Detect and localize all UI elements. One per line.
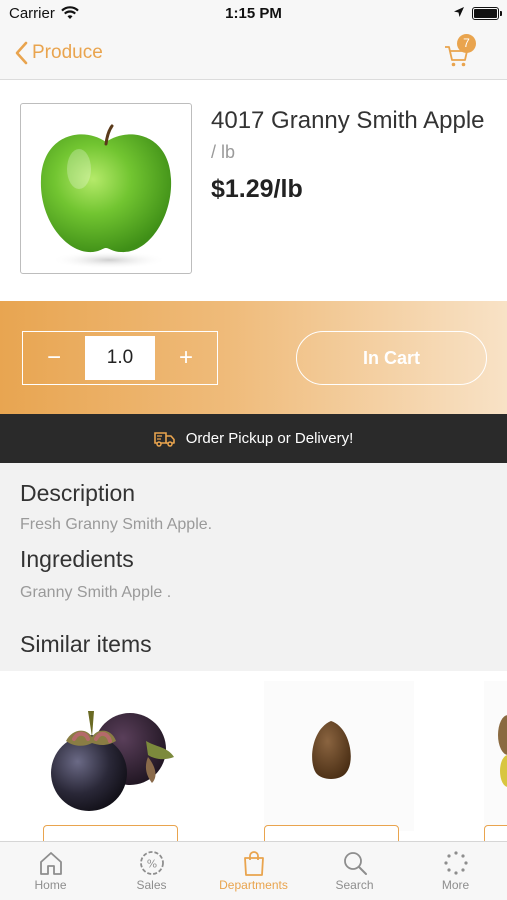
tab-search[interactable]: Search (304, 842, 405, 900)
tab-home[interactable]: Home (0, 842, 101, 900)
partial-fruit-image (498, 715, 507, 787)
tab-label: Departments (219, 878, 288, 892)
cart-button[interactable]: 7 (443, 34, 476, 68)
search-icon (343, 852, 367, 875)
green-apple-image (40, 124, 172, 269)
similar-item-card[interactable] (36, 681, 186, 831)
similar-item-card[interactable] (264, 681, 414, 831)
similar-item-add-button[interactable] (43, 825, 178, 841)
increase-quantity-button[interactable]: + (155, 332, 217, 384)
almond-image (312, 721, 351, 779)
product-header: 4017 Granny Smith Apple / lb $1.29/lb (0, 80, 507, 301)
location-arrow-icon (454, 7, 464, 17)
ingredients-text: Granny Smith Apple . (20, 584, 172, 601)
chevron-left-icon (15, 41, 28, 65)
product-price: $1.29/lb (211, 175, 303, 203)
clock: 1:15 PM (225, 5, 282, 22)
more-icon (443, 851, 468, 875)
decrease-quantity-button[interactable]: − (23, 332, 85, 384)
cart-controls: − 1.0 + In Cart (0, 301, 507, 414)
similar-item-card[interactable] (484, 681, 507, 831)
status-bar: Carrier 1:15 PM (0, 0, 507, 28)
navigation-bar: Produce 7 (0, 28, 507, 80)
mangosteen-image (51, 711, 174, 811)
tab-sales[interactable]: % Sales (101, 842, 202, 900)
product-image[interactable] (20, 103, 192, 274)
battery-icon (472, 7, 502, 20)
similar-items-heading: Similar items (20, 631, 152, 657)
tab-label: Search (335, 878, 374, 892)
similar-item-add-button[interactable] (484, 825, 507, 841)
banner-text: Order Pickup or Delivery! (185, 430, 354, 447)
svg-text:%: % (146, 858, 156, 871)
delivery-truck-icon (153, 431, 175, 447)
sales-icon: % (139, 851, 164, 875)
similar-item-add-button[interactable] (264, 825, 399, 841)
similar-items-carousel[interactable] (0, 671, 507, 841)
back-label: Produce (32, 42, 103, 63)
tab-label: More (441, 878, 470, 892)
product-name: 4017 Granny Smith Apple (211, 107, 485, 134)
quantity-field[interactable]: 1.0 (85, 336, 155, 380)
home-icon (39, 852, 62, 875)
tab-departments[interactable]: Departments (203, 842, 304, 900)
description-text: Fresh Granny Smith Apple. (20, 516, 213, 533)
ingredients-heading: Ingredients (20, 546, 134, 572)
tab-bar: Home % Sales Departments Search More (0, 841, 507, 900)
tab-label: Home (34, 878, 67, 892)
description-heading: Description (20, 480, 136, 506)
in-cart-button[interactable]: In Cart (296, 331, 487, 385)
tab-more[interactable]: More (405, 842, 506, 900)
cart-count-badge: 7 (457, 34, 476, 53)
back-button[interactable]: Produce (14, 38, 103, 68)
bag-icon (243, 851, 264, 876)
tab-label: Sales (136, 878, 167, 892)
quantity-stepper: − 1.0 + (22, 331, 218, 385)
product-unit: / lb (211, 142, 236, 162)
pickup-delivery-banner[interactable]: Order Pickup or Delivery! (0, 414, 507, 463)
